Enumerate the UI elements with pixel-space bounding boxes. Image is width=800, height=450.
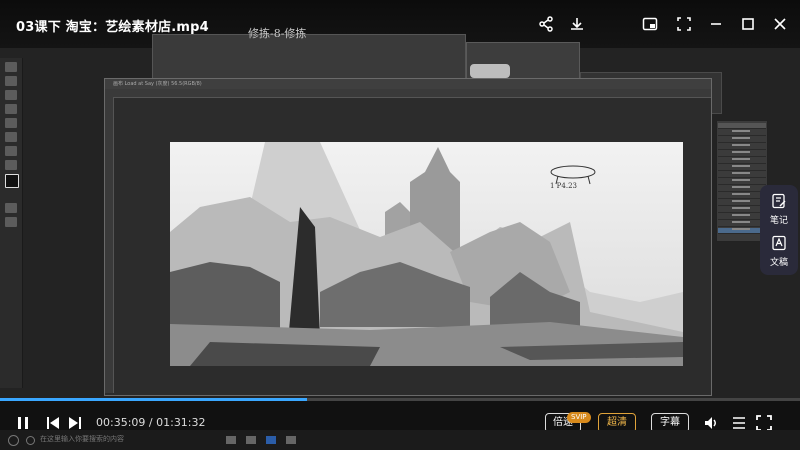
notes-button[interactable]: 笔记 [760, 193, 798, 226]
pause-icon[interactable] [14, 415, 32, 431]
marquee-tool-icon [5, 76, 17, 86]
volume-icon[interactable] [702, 415, 720, 431]
document-tab-label: 画布 Load at Say (灰度) 56.5(RGB/8) [113, 81, 202, 87]
notes-label: 笔记 [769, 216, 788, 226]
share-icon[interactable] [534, 12, 558, 36]
fullscreen-window-icon[interactable] [672, 12, 696, 36]
move-tool-icon [5, 62, 17, 72]
layers-panel-tabs [718, 123, 766, 129]
artwork-canvas: 1 P4.23 [170, 142, 683, 366]
windows-start-icon [8, 435, 19, 446]
background-window-button [470, 64, 510, 78]
layer-row[interactable] [718, 200, 766, 206]
lasso-tool-icon [5, 90, 17, 100]
maximize-icon[interactable] [736, 12, 760, 36]
pip-icon[interactable] [638, 12, 662, 36]
time-display: 00:35:09 / 01:31:32 [96, 416, 206, 429]
layer-row[interactable] [718, 130, 766, 136]
svip-badge: SVIP [567, 412, 591, 423]
current-time: 00:35:09 [96, 416, 146, 429]
notes-icon [772, 193, 786, 209]
sketch-note: 1 P4.23 [550, 182, 577, 190]
brush-tool-icon [5, 118, 17, 128]
castle-sketch-artwork [170, 142, 683, 366]
side-tools-panel: 笔记 文稿 [760, 185, 798, 275]
taskbar-app-icon [226, 436, 236, 444]
zoom-tool-icon [5, 217, 17, 227]
layer-row[interactable] [718, 221, 766, 227]
layer-row-selected[interactable] [718, 228, 766, 234]
video-title: 03课下 淘宝：艺绘素材店.mp4 [16, 20, 209, 35]
minimize-icon[interactable] [704, 12, 728, 36]
progress-fill[interactable] [0, 398, 308, 401]
close-icon[interactable] [768, 12, 792, 36]
gradient-tool-icon [5, 146, 17, 156]
layer-row[interactable] [718, 137, 766, 143]
download-icon[interactable] [565, 12, 589, 36]
color-swatch-icon [5, 174, 19, 188]
photoshop-toolbar [0, 58, 23, 388]
playlist-icon[interactable] [730, 415, 748, 431]
crop-tool-icon [5, 104, 17, 114]
taskbar-app-icon [246, 436, 256, 444]
script-button[interactable]: 文稿 [760, 235, 798, 268]
background-window-title: 修拣-8-修拣 [248, 27, 307, 40]
script-label: 文稿 [769, 258, 788, 268]
fullscreen-icon[interactable] [755, 415, 773, 431]
layer-row[interactable] [718, 207, 766, 213]
ruler-vertical [105, 97, 114, 393]
previous-icon[interactable] [44, 415, 62, 431]
layer-row[interactable] [718, 214, 766, 220]
layer-row[interactable] [718, 151, 766, 157]
layer-row[interactable] [718, 193, 766, 199]
taskbar-search-placeholder: 在这里输入你要搜索的内容 [40, 435, 124, 443]
taskbar-photoshop-icon [266, 436, 276, 444]
text-tool-icon [5, 160, 17, 170]
layer-row[interactable] [718, 144, 766, 150]
layer-row[interactable] [718, 172, 766, 178]
script-icon [772, 235, 786, 251]
layer-row[interactable] [718, 186, 766, 192]
next-icon[interactable] [66, 415, 84, 431]
hand-tool-icon [5, 203, 17, 213]
taskbar-search-icon [26, 436, 35, 445]
total-time: 01:31:32 [156, 416, 206, 429]
layer-row[interactable] [718, 158, 766, 164]
time-separator: / [145, 416, 157, 429]
eraser-tool-icon [5, 132, 17, 142]
taskbar-app-icon [286, 436, 296, 444]
layer-row[interactable] [718, 179, 766, 185]
layer-row[interactable] [718, 165, 766, 171]
ruler-horizontal [105, 89, 711, 98]
